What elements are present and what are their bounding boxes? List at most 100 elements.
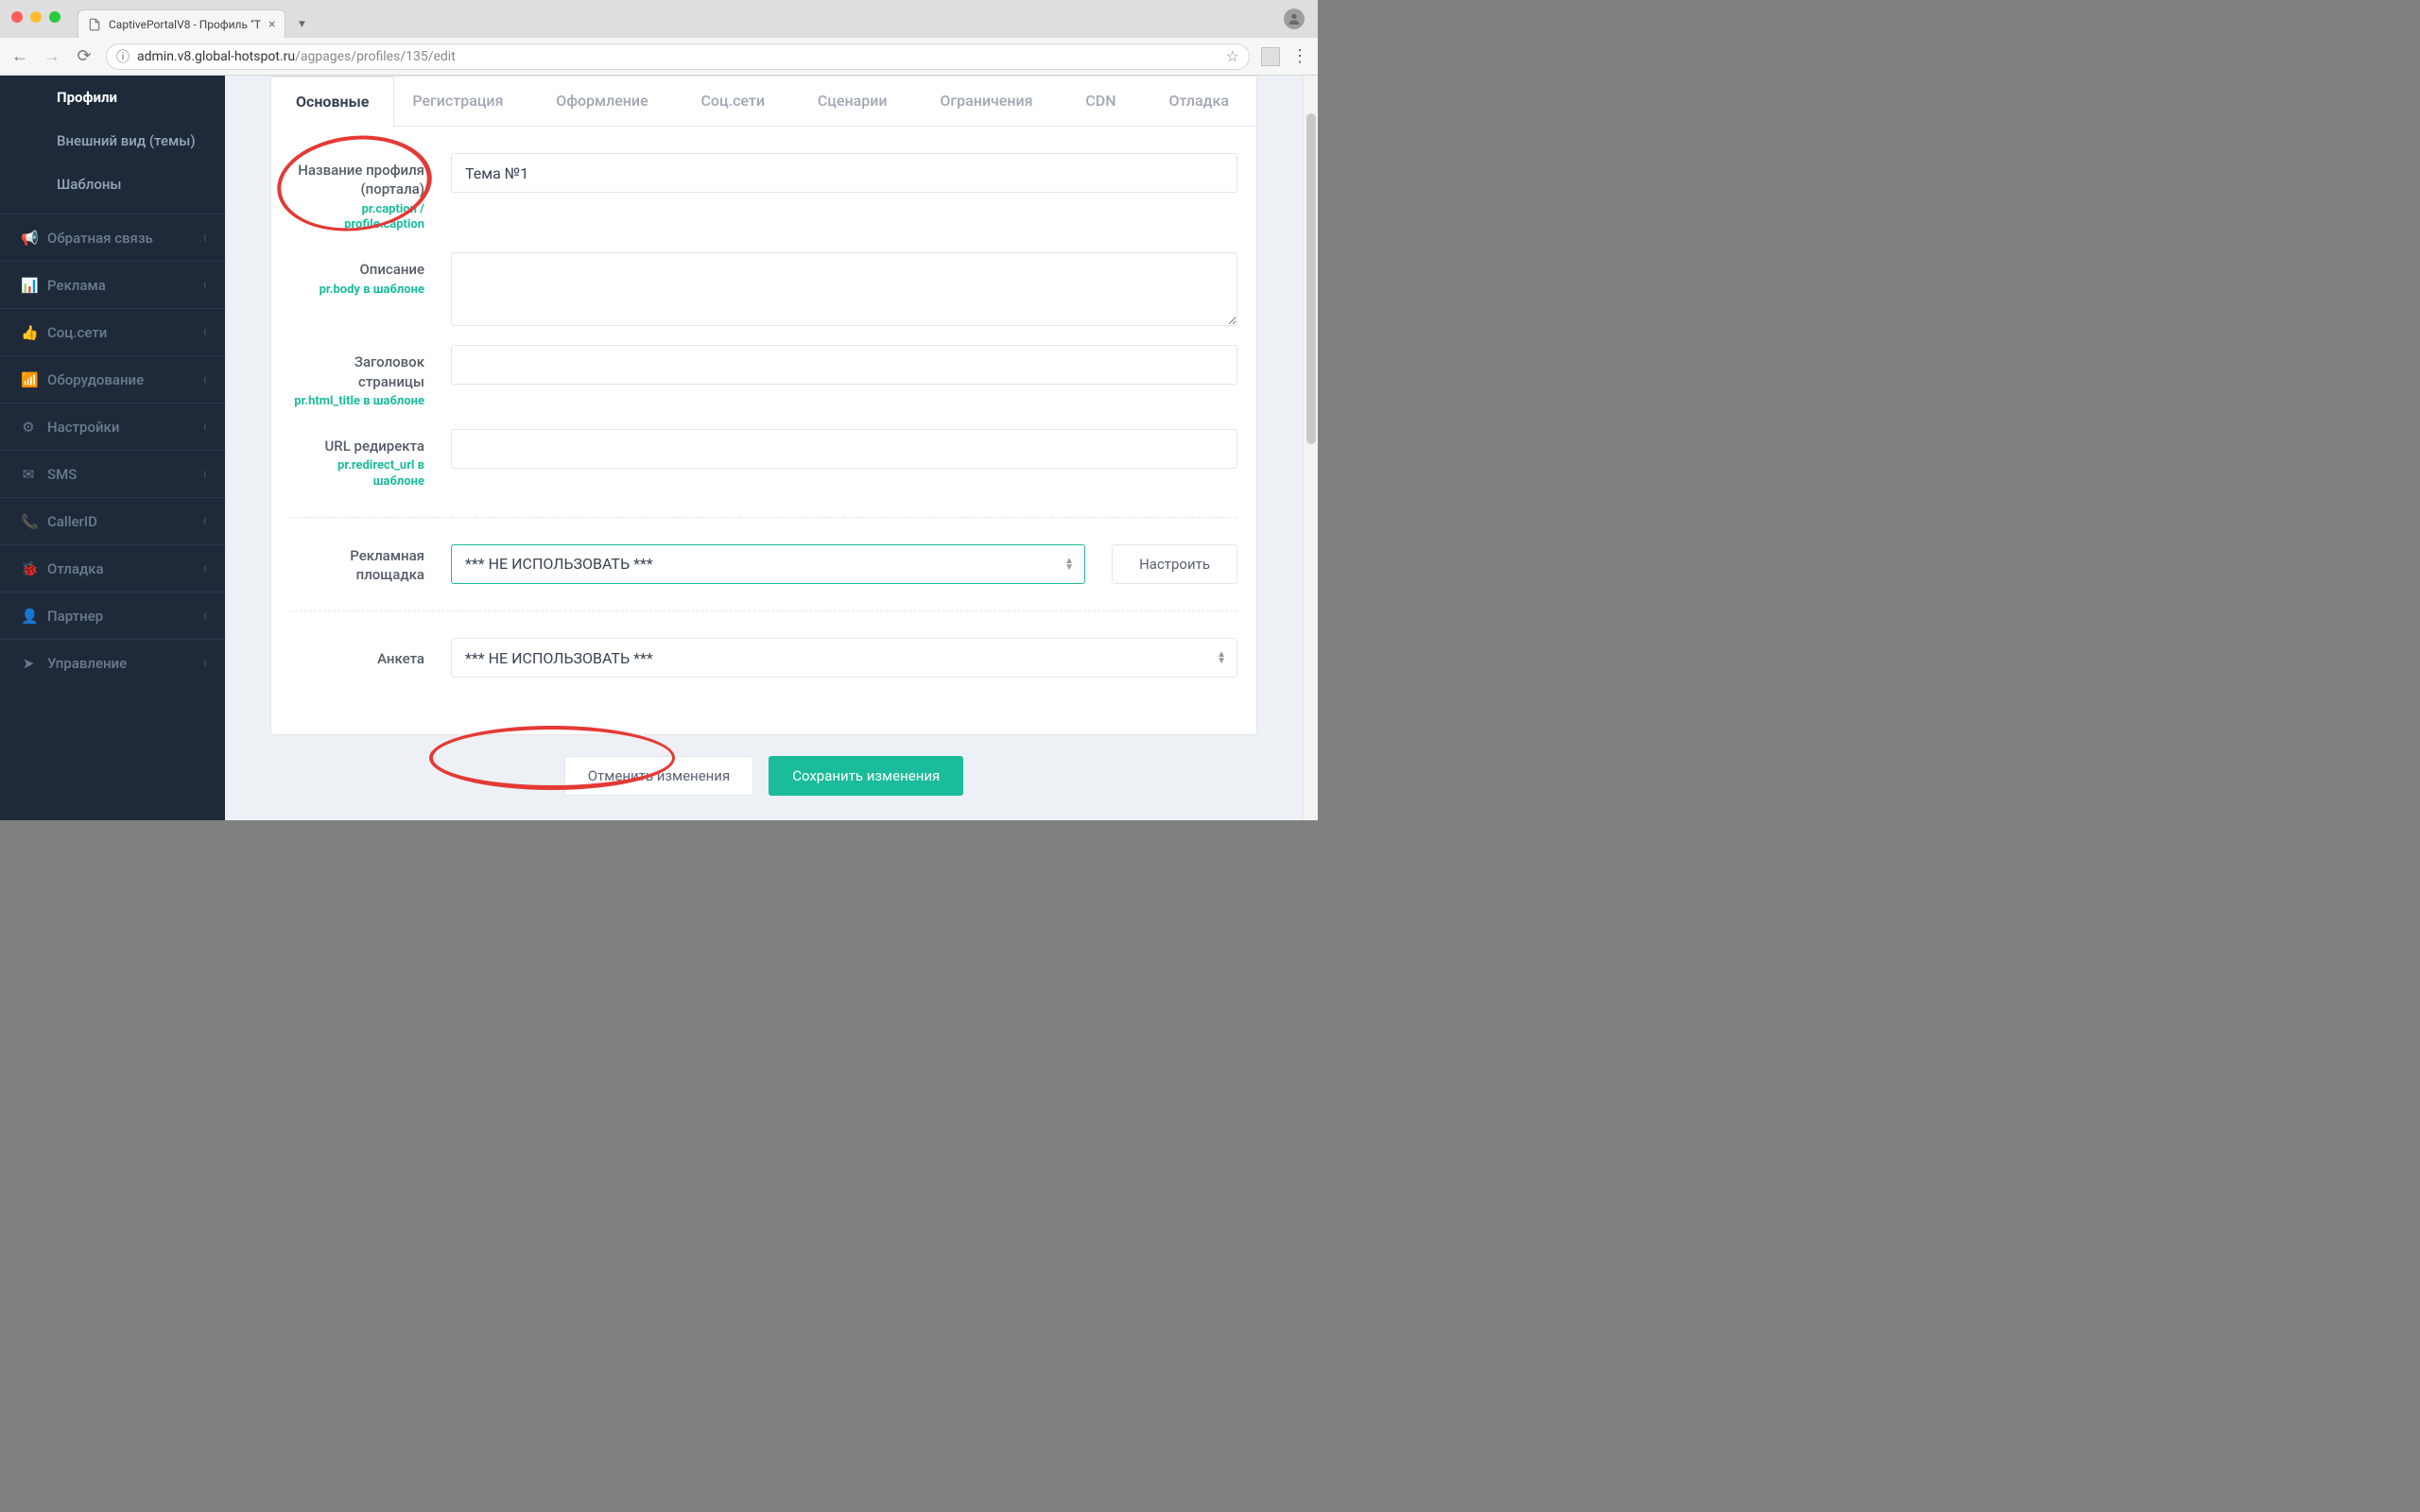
envelope-icon: ✉ <box>21 466 36 483</box>
chevron-left-icon: ‹ <box>204 417 207 437</box>
sidebar-item-label: CallerID <box>47 513 97 530</box>
label-profile-name: Название профиля (портала) <box>290 161 424 199</box>
chevron-left-icon: ‹ <box>204 464 207 484</box>
sidebar-subitem-profiles[interactable]: Профили <box>0 76 225 119</box>
sidebar-item-label: Настройки <box>47 419 119 436</box>
label-page-title: Заголовок страницы <box>290 352 424 391</box>
label-survey: Анкета <box>290 649 424 668</box>
chevron-left-icon: ‹ <box>204 228 207 248</box>
sidebar-item-label: SMS <box>47 466 77 483</box>
input-profile-name[interactable] <box>451 153 1237 193</box>
url-host: admin.v8.global-hotspot.ru <box>137 49 295 64</box>
chevron-left-icon: ‹ <box>204 275 207 295</box>
tab-scenarios[interactable]: Сценарии <box>818 77 888 126</box>
tab-title: CaptivePortalV8 - Профиль "Т <box>109 18 261 31</box>
sidebar-item-feedback[interactable]: 📢 Обратная связь ‹ <box>0 214 225 261</box>
nav-forward-icon: → <box>42 46 62 66</box>
browser-tab[interactable]: CaptivePortalV8 - Профиль "Т × <box>78 9 285 38</box>
tab-main[interactable]: Основные <box>271 77 394 127</box>
select-survey[interactable]: *** НЕ ИСПОЛЬЗОВАТЬ *** <box>451 638 1237 678</box>
label-ad-placement: Рекламная площадка <box>290 546 424 585</box>
tab-social[interactable]: Соц.сети <box>700 77 765 126</box>
label-redirect-url: URL редиректа <box>290 437 424 455</box>
phone-icon: 📞 <box>21 513 36 530</box>
tab-bar: Основные Регистрация Оформление Соц.сети… <box>271 77 1256 127</box>
divider <box>290 610 1237 611</box>
form-body: Название профиля (портала) pr.caption / … <box>271 127 1256 734</box>
sidebar-item-partner[interactable]: 👤 Партнер ‹ <box>0 592 225 639</box>
tab-cdn[interactable]: CDN <box>1085 77 1115 126</box>
save-button[interactable]: Сохранить изменения <box>769 756 963 796</box>
chrome-profile-icon[interactable] <box>1284 9 1305 29</box>
sidebar-item-label: Соц.сети <box>47 324 107 341</box>
tab-restrictions[interactable]: Ограничения <box>940 77 1032 126</box>
divider <box>290 517 1237 518</box>
sidebar-item-ads[interactable]: 📊 Реклама ‹ <box>0 261 225 308</box>
row-description: Описание pr.body в шаблоне <box>290 252 1237 326</box>
tab-close-icon[interactable]: × <box>268 17 275 32</box>
row-page-title: Заголовок страницы pr.html_title в шабло… <box>290 345 1237 409</box>
sidebar-item-label: Партнер <box>47 608 103 625</box>
footer-actions: Отменить изменения Сохранить изменения <box>270 735 1257 807</box>
sidebar-item-settings[interactable]: ⚙ Настройки ‹ <box>0 403 225 450</box>
window-minimize[interactable] <box>30 11 42 23</box>
app-root: Профили Внешний вид (темы) Шаблоны 📢 Обр… <box>0 76 1318 820</box>
sidebar-item-sms[interactable]: ✉ SMS ‹ <box>0 450 225 497</box>
megaphone-icon: 📢 <box>21 230 36 247</box>
traffic-lights <box>0 11 60 23</box>
sidebar-item-label: Оборудование <box>47 371 144 388</box>
tab-registration[interactable]: Регистрация <box>412 77 503 126</box>
cancel-button[interactable]: Отменить изменения <box>564 756 754 796</box>
bug-icon: 🐞 <box>21 560 36 577</box>
chevron-left-icon: ‹ <box>204 322 207 342</box>
scrollbar-thumb[interactable] <box>1306 113 1316 444</box>
bookmark-star-icon[interactable]: ☆ <box>1226 47 1239 65</box>
site-info-icon[interactable]: ⓘ <box>116 47 130 66</box>
sidebar-item-label: Отладка <box>47 560 104 577</box>
chevron-left-icon: ‹ <box>204 511 207 531</box>
sidebar-item-debug[interactable]: 🐞 Отладка ‹ <box>0 544 225 592</box>
tab-debug[interactable]: Отладка <box>1168 77 1229 126</box>
row-redirect-url: URL редиректа pr.redirect_url в шаблоне <box>290 429 1237 490</box>
nav-reload-icon[interactable]: ⟳ <box>74 46 95 66</box>
input-redirect-url[interactable] <box>451 429 1237 469</box>
select-ad-placement[interactable]: *** НЕ ИСПОЛЬЗОВАТЬ *** <box>451 544 1085 584</box>
hint-profile-name: pr.caption / profile.caption <box>290 202 424 234</box>
window-close[interactable] <box>11 11 23 23</box>
sidebar-item-management[interactable]: ➤ Управление ‹ <box>0 639 225 686</box>
sidebar-item-social[interactable]: 👍 Соц.сети ‹ <box>0 308 225 355</box>
chrome-menu-icon[interactable]: ⋮ <box>1291 46 1308 66</box>
sidebar-item-callerid[interactable]: 📞 CallerID ‹ <box>0 497 225 544</box>
chevron-left-icon: ‹ <box>204 653 207 673</box>
chart-icon: 📊 <box>21 277 36 294</box>
hint-description: pr.body в шаблоне <box>290 283 424 299</box>
sidebar-item-equipment[interactable]: 📶 Оборудование ‹ <box>0 355 225 403</box>
browser-toolbar: ← → ⟳ ⓘ admin.v8.global-hotspot.ru/agpag… <box>0 38 1318 76</box>
gear-icon: ⚙ <box>21 419 36 436</box>
extension-icon[interactable] <box>1261 47 1280 66</box>
arrow-icon: ➤ <box>21 655 36 672</box>
nav-back-icon[interactable]: ← <box>9 46 30 66</box>
sidebar-item-label: Управление <box>47 655 127 672</box>
input-page-title[interactable] <box>451 345 1237 385</box>
row-ad-placement: Рекламная площадка *** НЕ ИСПОЛЬЗОВАТЬ *… <box>290 544 1237 585</box>
sidebar-item-label: Реклама <box>47 277 106 294</box>
window-zoom[interactable] <box>49 11 60 23</box>
file-icon <box>88 18 101 31</box>
sidebar-subitem-themes[interactable]: Внешний вид (темы) <box>0 119 225 163</box>
url-path: /agpages/profiles/135/edit <box>295 49 456 64</box>
input-description[interactable] <box>451 252 1237 326</box>
scrollbar[interactable] <box>1303 76 1318 820</box>
hint-page-title: pr.html_title в шаблоне <box>290 394 424 410</box>
tab-design[interactable]: Оформление <box>556 77 648 126</box>
form-panel: Основные Регистрация Оформление Соц.сети… <box>270 76 1257 735</box>
chevron-left-icon: ‹ <box>204 606 207 626</box>
configure-ad-button[interactable]: Настроить <box>1112 544 1237 584</box>
label-description: Описание <box>290 260 424 279</box>
new-tab-button[interactable]: ▾ <box>291 13 312 34</box>
row-profile-name: Название профиля (портала) pr.caption / … <box>290 153 1237 233</box>
row-survey: Анкета *** НЕ ИСПОЛЬЗОВАТЬ *** ▲▼ <box>290 638 1237 678</box>
chevron-left-icon: ‹ <box>204 558 207 578</box>
sidebar-subitem-templates[interactable]: Шаблоны <box>0 163 225 206</box>
address-bar[interactable]: ⓘ admin.v8.global-hotspot.ru/agpages/pro… <box>106 43 1250 70</box>
